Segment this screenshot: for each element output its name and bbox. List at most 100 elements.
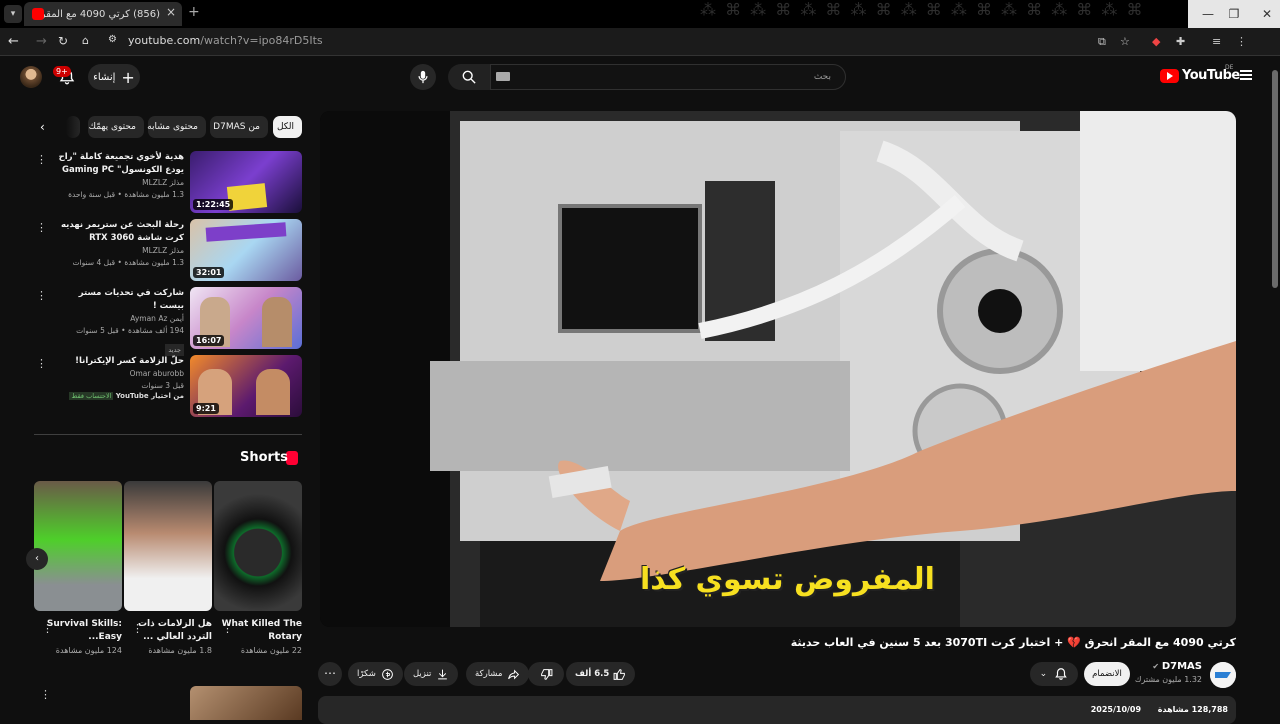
tab-list-button[interactable]: ▾ [4, 5, 22, 23]
scrollbar-thumb[interactable] [1272, 70, 1278, 288]
bookmark-star-icon[interactable]: ☆ [1120, 35, 1130, 48]
video-title[interactable]: شاركت في تحديات مستر بيست ! [52, 287, 184, 313]
guide-menu-icon[interactable] [1240, 70, 1252, 80]
video-thumbnail[interactable] [190, 686, 302, 720]
extensions-puzzle-icon[interactable]: ✚ [1176, 35, 1185, 48]
video-channel[interactable]: مذلز MLZLZ [52, 245, 184, 257]
sidebar-video[interactable]: 9:21 حلّ الزلامة كسر الإيكترانا! Omar ab… [34, 355, 302, 419]
chip-recommended[interactable]: محتوى يهمّك [88, 116, 144, 138]
short-thumbnail[interactable] [214, 481, 302, 611]
chip-related[interactable]: محتوى مشابه [147, 116, 206, 138]
sidebar-video[interactable]: 1:22:45 هدية لأخوي تجميعة كاملة "راح يود… [34, 151, 302, 215]
download-label: تنزيل [413, 669, 432, 679]
notification-count-badge: 9+ [53, 66, 71, 77]
keyboard-icon[interactable] [496, 72, 510, 81]
video-meta: 1.3 مليون مشاهدة • قبل 4 سنوات [72, 258, 184, 267]
video-info: حلّ الزلامة كسر الإيكترانا! Omar aburobb… [52, 355, 184, 400]
youtube-logo[interactable]: YouTube DE [1160, 64, 1240, 83]
chip-overflow [66, 116, 80, 138]
voice-search-button[interactable] [410, 64, 436, 90]
sidebar-video[interactable]: 16:07 شاركت في تحديات مستر بيست ! أيمن A… [34, 287, 302, 356]
video-thumbnail[interactable]: 1:22:45 [190, 151, 302, 213]
extension-icon[interactable]: ◆ [1152, 35, 1160, 48]
dislike-button[interactable] [528, 662, 564, 686]
short-thumbnail[interactable] [34, 481, 122, 611]
video-player[interactable] [320, 111, 1236, 627]
back-icon[interactable]: ← [8, 34, 19, 49]
create-button[interactable]: إنشاء + [88, 64, 140, 90]
youtube-play-icon [1160, 68, 1179, 83]
new-tab-button[interactable]: + [188, 4, 200, 20]
view-count: 128,788 مشاهدة [1157, 705, 1228, 714]
channel-name-text: D7MAS [1161, 661, 1202, 672]
short-thumbnail[interactable] [124, 481, 212, 611]
browser-tab[interactable]: (856) كرتي 4090 مع المقر ا × [24, 2, 182, 26]
video-menu-icon[interactable]: ⋮ [36, 357, 47, 370]
thanks-button[interactable]: شكرًا [348, 662, 403, 686]
window-close-button[interactable]: ✕ [1254, 0, 1280, 28]
thumbnail-banner [205, 222, 287, 242]
short-menu-icon[interactable]: ⋮ [222, 622, 233, 635]
video-thumbnail[interactable]: 16:07 [190, 287, 302, 349]
forward-icon[interactable]: → [36, 34, 47, 49]
chip-all[interactable]: الكل [273, 116, 302, 138]
thumbs-down-icon [540, 668, 552, 680]
channel-avatar[interactable] [1210, 662, 1236, 688]
video-menu-icon[interactable]: ⋮ [40, 688, 51, 701]
sidebar-video[interactable]: 32:01 رحلة البحث عن ستريمر نهديه كرت شاش… [34, 219, 302, 283]
channel-name[interactable]: ✔ D7MAS [1140, 661, 1202, 672]
thumbs-up-icon [613, 668, 626, 680]
video-subtitle: المفروض تسوي كذا [640, 562, 935, 597]
section-divider [34, 434, 302, 435]
video-title: كرتي 4090 مع المقر انحرق 💔 + اختبار كرت … [790, 636, 1236, 649]
search-icon [462, 70, 476, 84]
share-icon [508, 669, 520, 679]
join-button[interactable]: الانضمام [1084, 662, 1130, 686]
search-button[interactable] [448, 64, 490, 90]
region-code: DE [1225, 64, 1234, 71]
shorts-previous-button[interactable]: ‹ [26, 548, 48, 570]
short-menu-icon[interactable]: ⋮ [132, 622, 143, 635]
short-menu-icon[interactable]: ⋮ [42, 622, 53, 635]
video-thumbnail[interactable]: 9:21 [190, 355, 302, 417]
chip-from-channel[interactable]: من D7MAS [210, 116, 268, 138]
video-title[interactable]: هدية لأخوي تجميعة كاملة "راح يودع الكونس… [52, 151, 184, 177]
more-actions-button[interactable]: ⋯ [318, 662, 342, 686]
download-icon [438, 669, 448, 679]
short-views: 124 مليون مشاهدة [55, 646, 122, 655]
like-button[interactable]: 6.5 ألف [575, 668, 626, 681]
install-app-icon[interactable]: ⧉ [1098, 35, 1106, 49]
reload-icon[interactable]: ↻ [58, 34, 68, 48]
account-avatar[interactable] [20, 66, 42, 88]
subscription-bell-button[interactable]: ⌄ [1030, 662, 1078, 686]
tab-close-icon[interactable]: × [166, 5, 176, 19]
search-input[interactable]: بحث [490, 64, 846, 90]
video-thumbnail[interactable]: 32:01 [190, 219, 302, 281]
chips-scroll-left-icon[interactable]: ‹ [40, 120, 45, 134]
video-channel[interactable]: Omar aburobb [52, 368, 184, 380]
video-menu-icon[interactable]: ⋮ [36, 221, 47, 234]
site-settings-icon[interactable]: ⚙ [108, 34, 117, 45]
home-icon[interactable]: ⌂ [82, 34, 89, 47]
share-button[interactable]: مشاركة [466, 662, 530, 686]
video-menu-icon[interactable]: ⋮ [36, 153, 47, 166]
video-info: شاركت في تحديات مستر بيست ! أيمن Ayman A… [52, 287, 184, 356]
youtube-favicon-icon [32, 8, 44, 20]
video-channel[interactable]: أيمن Ayman Az [52, 313, 184, 325]
mix-source: من اختيار YouTube الاحتساب فقط [52, 392, 184, 400]
video-info: هدية لأخوي تجميعة كاملة "راح يودع الكونس… [52, 151, 184, 201]
browser-address-bar: ← → ↻ ⌂ ⚙ youtube.com/watch?v=ipo84rD5It… [0, 28, 1280, 56]
reading-list-icon[interactable]: ≡ [1212, 35, 1221, 48]
thumbnail-person [262, 297, 292, 347]
browser-menu-icon[interactable]: ⋮ [1236, 35, 1247, 48]
video-title[interactable]: رحلة البحث عن ستريمر نهديه كرت شاشة RTX … [52, 219, 184, 245]
video-title[interactable]: حلّ الزلامة كسر الإيكترانا! [52, 355, 184, 368]
window-maximize-button[interactable]: ❐ [1214, 0, 1254, 28]
video-menu-icon[interactable]: ⋮ [36, 289, 47, 302]
thanks-label: شكرًا [357, 669, 376, 679]
video-channel[interactable]: مذلز MLZLZ [52, 177, 184, 189]
url-field[interactable]: youtube.com/watch?v=ipo84rD5Its [128, 34, 323, 47]
download-button[interactable]: تنزيل [404, 662, 459, 686]
subscriber-count: 1.32 مليون مشترك [1134, 675, 1202, 684]
chevron-down-icon: ⌄ [1039, 669, 1048, 679]
